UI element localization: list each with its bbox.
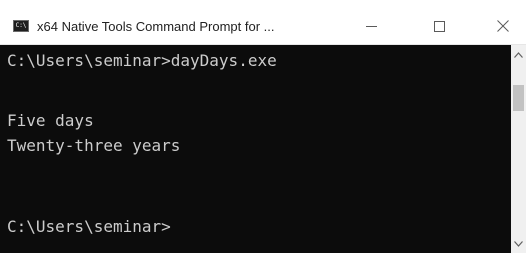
scroll-thumb[interactable] — [513, 85, 524, 111]
close-button[interactable] — [480, 8, 526, 44]
console-line: Twenty-three years — [7, 136, 181, 155]
console-prompt-line: C:\Users\seminar> — [7, 217, 171, 236]
chevron-down-icon — [514, 240, 523, 247]
command-prompt-window: C:\ x64 Native Tools Command Prompt for … — [0, 0, 526, 253]
minimize-icon — [365, 25, 377, 27]
console-line: C:\Users\seminar>dayDays.exe — [7, 51, 277, 70]
maximize-icon — [433, 20, 445, 32]
minimize-button[interactable] — [348, 8, 394, 44]
title-bar[interactable]: C:\ x64 Native Tools Command Prompt for … — [0, 8, 526, 45]
window-title: x64 Native Tools Command Prompt for ... — [37, 19, 275, 34]
cmd-icon[interactable]: C:\ — [13, 20, 29, 32]
chevron-up-icon — [514, 51, 523, 58]
close-icon — [497, 20, 509, 32]
console-output[interactable]: C:\Users\seminar>dayDays.exe Five days T… — [0, 45, 511, 253]
scroll-down-button[interactable] — [511, 236, 526, 251]
vertical-scrollbar[interactable] — [511, 45, 526, 253]
scroll-up-button[interactable] — [511, 47, 526, 62]
console-line: Five days — [7, 111, 94, 130]
maximize-button[interactable] — [416, 8, 462, 44]
background-window-edge — [0, 0, 526, 8]
